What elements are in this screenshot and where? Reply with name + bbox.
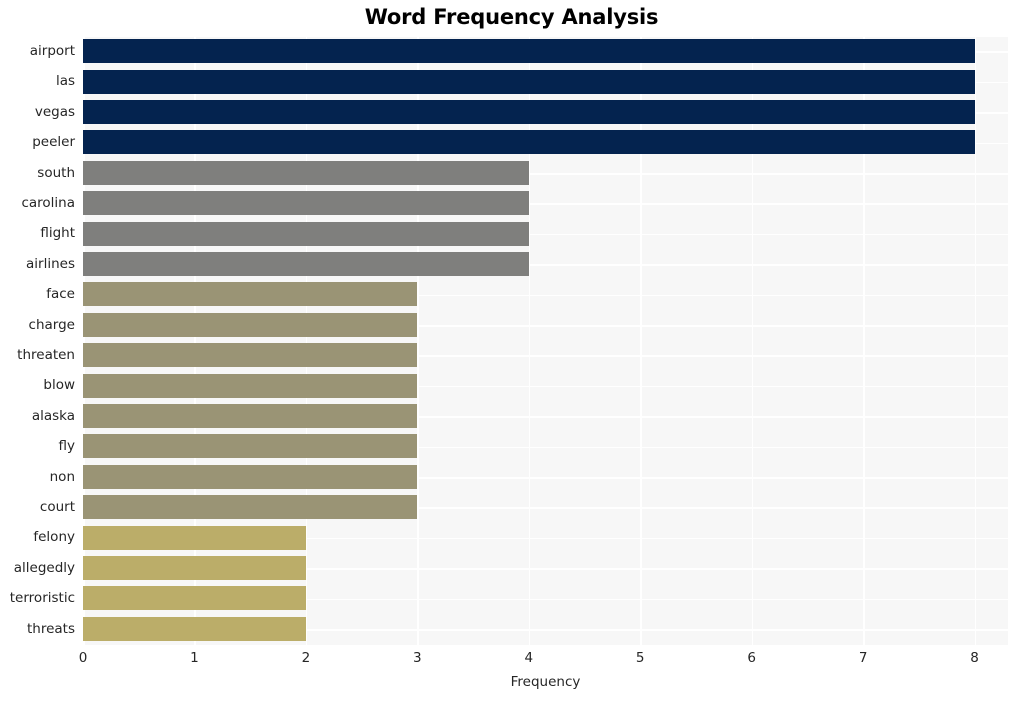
bars-layer	[83, 37, 1008, 645]
bar-row	[83, 311, 1008, 339]
bar-row	[83, 615, 1008, 643]
bar-charge	[83, 312, 418, 337]
y-tick-label-threaten: threaten	[17, 347, 75, 363]
y-tick-label-blow: blow	[43, 377, 75, 394]
x-tick-label-0: 0	[78, 650, 88, 666]
bar-row	[83, 584, 1008, 612]
bar-south	[83, 160, 529, 185]
x-tick-label-2: 2	[301, 650, 311, 666]
y-tick-label-charge: charge	[28, 316, 75, 333]
bar-row	[83, 128, 1008, 156]
bar-alaska	[83, 404, 418, 429]
bar-row	[83, 159, 1008, 187]
y-tick-label-airport: airport	[29, 43, 75, 59]
y-tick-label-carolina: carolina	[21, 195, 75, 211]
word-frequency-chart: Word Frequency Analysis airport las vegas p…	[0, 0, 1023, 701]
bar-threaten	[83, 343, 418, 368]
bar-row	[83, 98, 1008, 126]
bar-row	[83, 432, 1008, 460]
x-tick-label-8: 8	[970, 650, 979, 666]
y-axis-labels: airport las vegas peeler south carolina flight…	[0, 37, 75, 645]
x-tick-label-3: 3	[413, 650, 422, 666]
bar-las	[83, 69, 975, 94]
y-tick-label-flight: flight	[40, 225, 75, 242]
bar-row	[83, 189, 1008, 217]
bar-row	[83, 463, 1008, 491]
bar-court	[83, 495, 418, 520]
bar-fly	[83, 434, 418, 459]
x-axis-ticks: 0 1 2 3 4 5 6 7 8	[79, 650, 1008, 670]
bar-row	[83, 493, 1008, 521]
x-axis-title: Frequency	[510, 674, 581, 690]
bar-row	[83, 402, 1008, 430]
y-tick-label-alaska: alaska	[31, 407, 75, 424]
y-tick-label-court: court	[39, 499, 75, 515]
x-tick-label-7: 7	[858, 650, 868, 666]
x-tick-label-4: 4	[524, 650, 534, 666]
bar-row	[83, 219, 1008, 247]
chart-title: Word Frequency Analysis	[364, 5, 659, 29]
bar-row	[83, 250, 1008, 278]
bar-airlines	[83, 252, 529, 277]
y-tick-label-allegedly: allegedly	[13, 559, 75, 576]
y-tick-label-terroristic: terroristic	[9, 590, 75, 607]
y-tick-label-fly: fly	[58, 438, 76, 455]
y-tick-label-felony: felony	[33, 529, 75, 546]
bar-felony	[83, 525, 306, 550]
y-tick-label-peeler: peeler	[32, 134, 75, 151]
y-tick-label-airlines: airlines	[26, 255, 75, 272]
x-tick-label-1: 1	[190, 650, 199, 666]
x-tick-label-5: 5	[635, 650, 645, 666]
y-tick-label-threats: threats	[26, 620, 75, 637]
bar-allegedly	[83, 556, 306, 581]
bar-row	[83, 523, 1008, 551]
bar-row	[83, 280, 1008, 308]
bar-row	[83, 341, 1008, 369]
y-tick-label-non: non	[49, 468, 75, 485]
bar-row	[83, 67, 1008, 95]
y-tick-label-south: south	[37, 164, 75, 181]
bar-vegas	[83, 100, 975, 125]
x-tick-label-6: 6	[747, 650, 756, 666]
y-tick-label-vegas: vegas	[34, 103, 75, 120]
bar-carolina	[83, 191, 529, 216]
bar-row	[83, 371, 1008, 399]
bar-airport	[83, 39, 975, 64]
y-tick-label-las: las	[55, 73, 75, 90]
bar-row	[83, 554, 1008, 582]
bar-flight	[83, 221, 529, 246]
bar-peeler	[83, 130, 975, 155]
bar-blow	[83, 373, 418, 398]
y-tick-label-face: face	[46, 286, 75, 303]
bar-face	[83, 282, 418, 307]
bar-row	[83, 37, 1008, 65]
bar-threats	[83, 616, 306, 641]
bar-non	[83, 464, 418, 489]
bar-terroristic	[83, 586, 306, 611]
